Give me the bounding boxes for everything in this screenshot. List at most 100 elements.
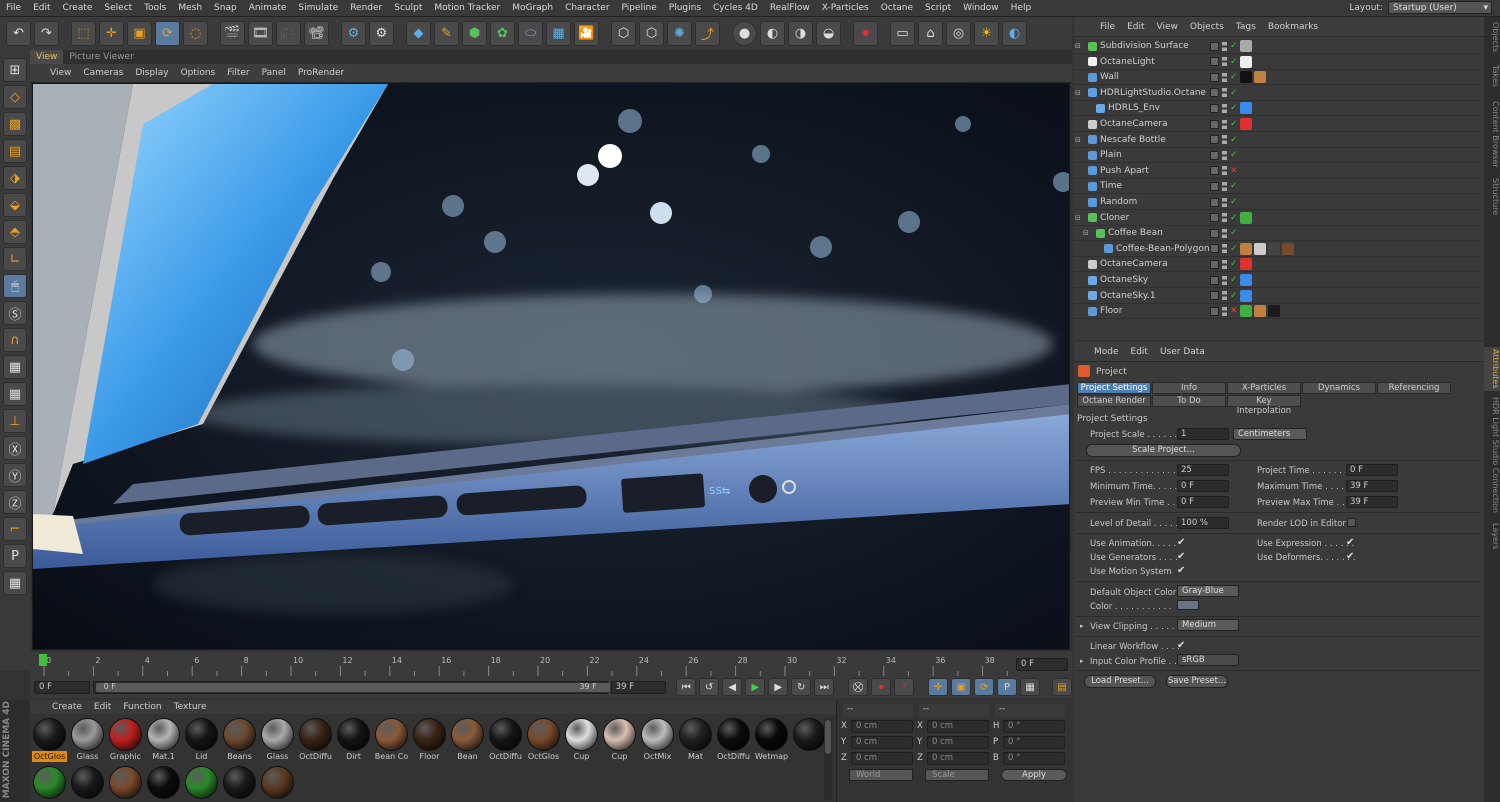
view-tab-picture-viewer[interactable]: Picture Viewer [63,50,139,64]
right-tab-takes[interactable]: Takes [1484,61,1500,91]
camera-icon[interactable]: 🎦 [574,21,599,46]
attribute-tab-x-particles[interactable]: X-Particles [1227,382,1301,394]
points-mode-icon[interactable]: ⬡ [611,21,636,46]
enabled-check-icon[interactable]: ✓ [1230,197,1238,207]
cloner-icon[interactable]: ✿ [490,21,515,46]
psr-icon[interactable]: P [3,544,27,568]
object-row[interactable]: Wall ✓ [1074,70,1482,86]
magnet-icon[interactable]: ∩ [3,328,27,352]
xpresso-icon[interactable]: ⤴ [695,21,720,46]
use-animation-checkbox[interactable]: ✔ [1177,537,1185,548]
material-swatch[interactable]: Graphic [108,718,143,764]
world-axis-icon[interactable]: ⌐ [3,517,27,541]
render-settings-icon[interactable]: 🎥 [276,21,301,46]
coord-scale-dropdown[interactable]: Scale [925,769,989,781]
material-menu-function[interactable]: Function [117,702,167,712]
enabled-check-icon[interactable]: ✓ [1230,88,1238,98]
menu-plugins[interactable]: Plugins [663,3,707,13]
points-icon[interactable]: ⬗ [3,166,27,190]
coord-field[interactable]: 0 cm [851,752,913,765]
attribute-tab-info[interactable]: Info [1152,382,1226,394]
tweak-icon[interactable]: 🖱 [3,274,27,298]
material-swatch[interactable] [792,718,827,751]
visibility-dots-icon[interactable] [1222,306,1227,316]
current-frame-field[interactable]: 0 F [1016,658,1068,671]
layer-icon[interactable] [1210,88,1219,98]
octane-settings-icon[interactable]: ⚙ [369,21,394,46]
color-swatch[interactable] [1177,600,1199,610]
pen-spline-icon[interactable]: ✎ [434,21,459,46]
prev-key-icon[interactable]: ↺ [699,678,720,696]
project-scale-field[interactable]: 1 [1177,428,1229,440]
octane-live-viewer-icon[interactable]: ⚙ [341,21,366,46]
attribute-menu-user-data[interactable]: User Data [1154,347,1211,357]
menu-sculpt[interactable]: Sculpt [388,3,428,13]
load-preset-button[interactable]: Load Preset... [1084,675,1156,688]
material-swatch[interactable]: Wetmap [754,718,789,764]
material-tag-icon[interactable] [1268,242,1280,255]
render-picture-viewer-icon[interactable]: 🎞 [248,21,273,46]
visibility-dots-icon[interactable] [1222,197,1227,207]
view-menu-view[interactable]: View [44,68,77,78]
material-swatch[interactable] [146,766,181,799]
layer-icon[interactable] [1210,197,1219,207]
menu-character[interactable]: Character [559,3,615,13]
visibility-dots-icon[interactable] [1222,72,1227,82]
menu-create[interactable]: Create [57,3,99,13]
menu-help[interactable]: Help [1005,3,1038,13]
snap-icon[interactable]: Ⓢ [3,301,27,325]
object-row[interactable]: Time ✓ [1074,179,1482,195]
right-tab-content-browser[interactable]: Content Browser [1484,95,1500,173]
render-lod-checkbox[interactable] [1347,518,1356,527]
object-row[interactable]: OctaneCamera ✓ [1074,117,1482,132]
locked-workplane-icon[interactable]: ▦ [3,355,27,379]
key-scale-icon[interactable]: ▣ [951,678,972,696]
enabled-check-icon[interactable]: ✓ [1230,259,1238,269]
deformer-icon[interactable]: ⬭ [518,21,543,46]
visibility-dots-icon[interactable] [1222,228,1227,238]
coord-field[interactable]: 0 ° [1003,752,1065,765]
material-swatch[interactable]: Dirt [336,718,371,764]
key-pla-icon[interactable]: ▦ [1020,678,1041,696]
object-menu-file[interactable]: File [1094,22,1121,32]
object-row[interactable]: OctaneLight ✓ [1074,55,1482,70]
attribute-tab-key-interpolation[interactable]: Key Interpolation [1227,395,1301,416]
view-clipping-dropdown[interactable]: Medium [1177,619,1239,631]
attribute-tab-to-do[interactable]: To Do [1152,395,1226,407]
edit-render-settings-icon[interactable]: 📽 [304,21,329,46]
layer-icon[interactable] [1210,213,1219,223]
material-tag-icon[interactable] [1240,40,1252,52]
material-swatch[interactable]: Bean [450,718,485,764]
prev-frame-icon[interactable]: ◀ [722,678,743,696]
view-clipping-expand-icon[interactable]: ▸ [1080,622,1084,630]
planar-workplane-icon[interactable]: ▦ [3,382,27,406]
scale-tool-icon[interactable]: ▣ [127,21,152,46]
view-menu-panel[interactable]: Panel [256,68,292,78]
coord-field[interactable]: 0 cm [927,752,989,765]
preview-range-slider[interactable]: 0 F 39 F [92,680,610,694]
subdivision-icon[interactable]: ⬢ [462,21,487,46]
material-swatch[interactable] [184,766,219,799]
view-menu-cameras[interactable]: Cameras [77,68,129,78]
menu-select[interactable]: Select [98,3,138,13]
menu-mesh[interactable]: Mesh [172,3,208,13]
viewport-render[interactable]: SS⇆ [32,83,1070,650]
workplane-icon[interactable]: ▤ [3,139,27,163]
material-tag-icon[interactable] [1240,258,1252,271]
material-tag-icon[interactable] [1240,305,1252,318]
material-tag-icon[interactable] [1240,102,1252,115]
project-scale-unit-dropdown[interactable]: Centimeters [1233,428,1307,440]
edges-mode-icon[interactable]: ⬡ [639,21,664,46]
material-tag-icon[interactable] [1240,118,1252,130]
layout-dropdown[interactable]: Startup (User) [1388,1,1492,14]
view-menu-options[interactable]: Options [175,68,222,78]
layer-icon[interactable] [1210,244,1219,254]
object-row[interactable]: OctaneSky ✓ [1074,273,1482,288]
material-tag-icon[interactable] [1282,242,1294,255]
texture-mode-icon[interactable]: ▩ [3,112,27,136]
grid-icon[interactable]: ▦ [3,571,27,595]
use-deformers-checkbox[interactable]: ✔ [1346,551,1354,562]
autokey-icon[interactable]: ? [894,678,915,696]
material-swatch[interactable]: Floor [412,718,447,764]
view-menu-filter[interactable]: Filter [221,68,255,78]
